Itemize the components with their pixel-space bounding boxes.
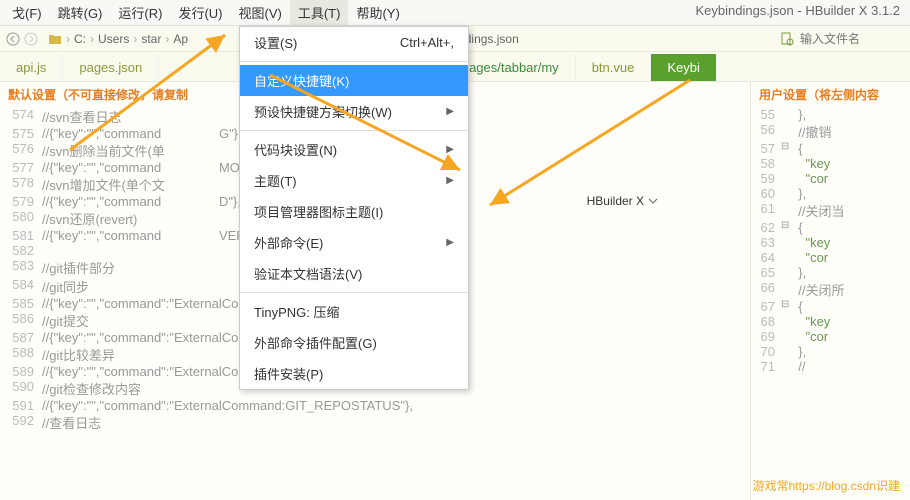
menu-item[interactable]: 验证本文档语法(V)	[240, 258, 468, 289]
back-icon[interactable]	[6, 32, 20, 46]
user-settings-pane: 用户设置（将左侧内容 55 },56 //撤销57⊟ {58 "key59 "c…	[750, 82, 910, 500]
menu-goto[interactable]: 跳转(G)	[50, 0, 111, 25]
menu-run[interactable]: 运行(R)	[110, 0, 170, 25]
user-settings-header: 用户设置（将左侧内容	[751, 82, 910, 107]
menu-file[interactable]: 戈(F)	[4, 0, 50, 25]
code-line[interactable]: 58 "key	[751, 156, 910, 171]
menu-item[interactable]: 预设快捷键方案切换(W)▶	[240, 96, 468, 127]
forward-icon[interactable]	[24, 32, 38, 46]
tab-keybindings[interactable]: Keybi	[651, 54, 717, 81]
chevron-down-icon	[648, 198, 658, 204]
code-line[interactable]: 69 "cor	[751, 329, 910, 344]
code-line[interactable]: 66 //关闭所	[751, 280, 910, 299]
menu-item[interactable]: 设置(S)Ctrl+Alt+,	[240, 27, 468, 58]
scheme-dropdown[interactable]: HBuilder X	[587, 194, 658, 208]
menu-item[interactable]: TinyPNG: 压缩	[240, 296, 468, 327]
code-line[interactable]: 67⊟ {	[751, 299, 910, 314]
menu-tools[interactable]: 工具(T)	[290, 0, 349, 25]
code-line[interactable]: 64 "cor	[751, 250, 910, 265]
menu-item[interactable]: 外部命令插件配置(G)	[240, 327, 468, 358]
menu-separator	[240, 292, 468, 293]
menu-item[interactable]: 自定义快捷键(K)	[240, 65, 468, 96]
code-line[interactable]: 56 //撤销	[751, 122, 910, 141]
menu-release[interactable]: 发行(U)	[170, 0, 230, 25]
menubar: 戈(F) 跳转(G) 运行(R) 发行(U) 视图(V) 工具(T) 帮助(Y)…	[0, 0, 910, 26]
tools-menu-popup: 设置(S)Ctrl+Alt+, 自定义快捷键(K)预设快捷键方案切换(W)▶ 代码块…	[239, 26, 469, 390]
menu-help[interactable]: 帮助(Y)	[348, 0, 407, 25]
code-line[interactable]: 65 },	[751, 265, 910, 280]
code-line[interactable]: 70 },	[751, 344, 910, 359]
code-line[interactable]: 57⊟ {	[751, 141, 910, 156]
tab-pages[interactable]: pages.json	[63, 54, 159, 81]
code-line[interactable]: 60 },	[751, 186, 910, 201]
code-line[interactable]: 592//查看日志	[0, 413, 750, 432]
watermark: 游戏常https://blog.csdn识建	[753, 477, 900, 494]
menu-separator	[240, 130, 468, 131]
search-input[interactable]	[800, 32, 900, 46]
code-line[interactable]: 55 },	[751, 107, 910, 122]
code-line[interactable]: 63 "key	[751, 235, 910, 250]
menu-item[interactable]: 外部命令(E)▶	[240, 227, 468, 258]
code-line[interactable]: 68 "key	[751, 314, 910, 329]
search-file-icon[interactable]	[780, 32, 794, 46]
window-title: Keybindings.json - HBuilder X 3.1.2	[695, 3, 900, 18]
tab-api[interactable]: api.js	[0, 54, 63, 81]
menu-item[interactable]: 代码块设置(N)▶	[240, 134, 468, 165]
code-line[interactable]: 59 "cor	[751, 171, 910, 186]
tab-btnvue[interactable]: btn.vue	[576, 54, 652, 81]
code-line[interactable]: 61 //关闭当	[751, 201, 910, 220]
menu-view[interactable]: 视图(V)	[230, 0, 289, 25]
menu-item[interactable]: 插件安装(P)	[240, 358, 468, 389]
code-line[interactable]: 71 //	[751, 359, 910, 374]
menu-item[interactable]: 主题(T)▶	[240, 165, 468, 196]
menu-separator	[240, 61, 468, 62]
code-line[interactable]: 62⊟ {	[751, 220, 910, 235]
folder-icon	[48, 33, 62, 45]
menu-item[interactable]: 项目管理器图标主题(I)	[240, 196, 468, 227]
code-line[interactable]: 591//{"key":"","command":"ExternalComman…	[0, 398, 750, 413]
